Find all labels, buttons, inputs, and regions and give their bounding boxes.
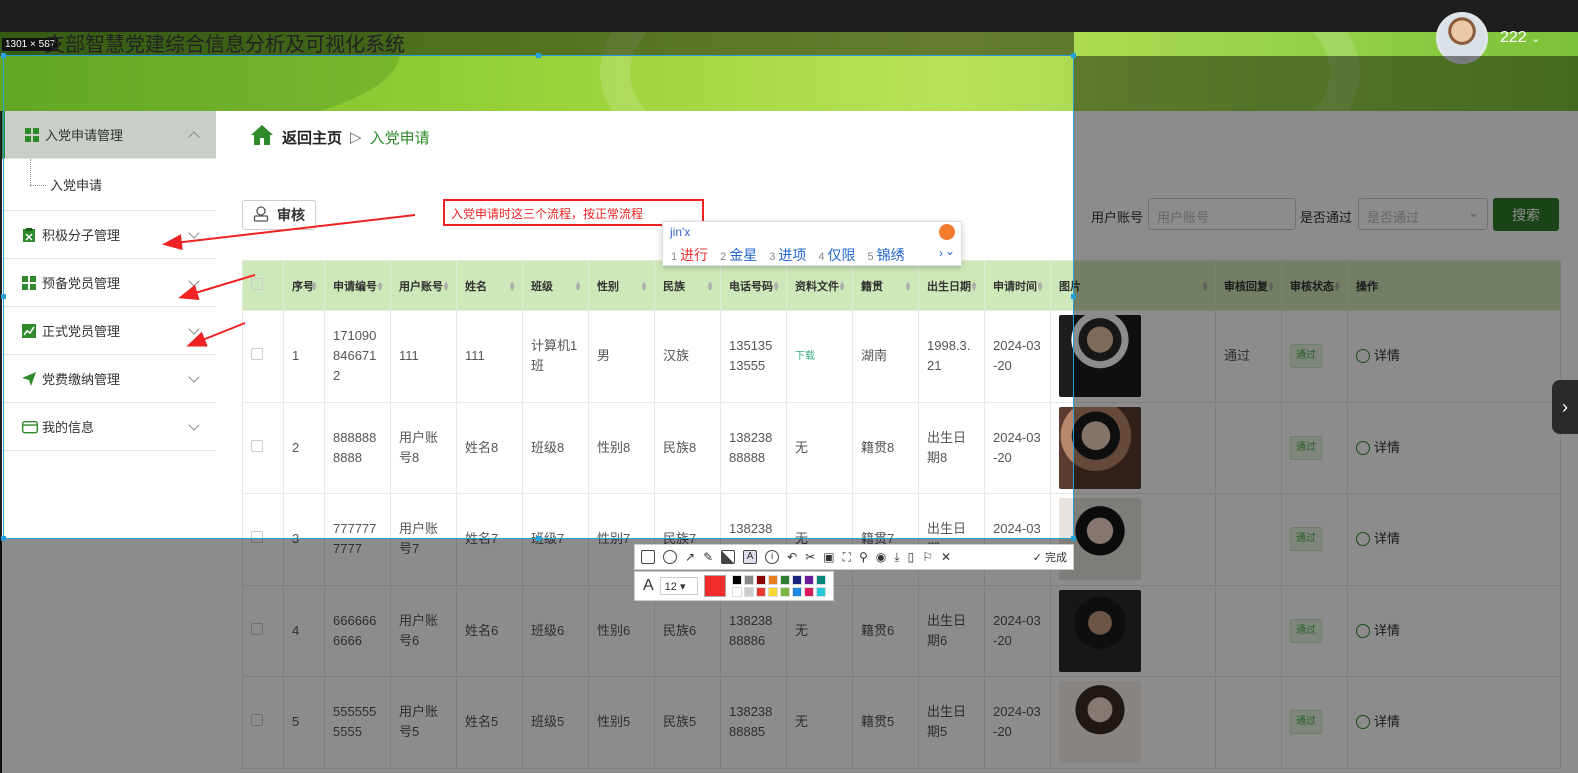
screenshot-selection[interactable] <box>3 55 1074 539</box>
ime-candidate-window: jin'x 1 进行 2 金星 3 进项 4 仅限 5 锦绣 › ⌄ <box>662 221 962 266</box>
pen-tool-icon[interactable]: ✎ <box>703 550 713 564</box>
screenshot-dim-right <box>1074 56 1578 539</box>
ocr-icon[interactable]: ▣ <box>823 550 834 564</box>
screenshot-toolbar: ↗ ✎ A i ↶ ✂ ▣ ⛶ ⚲ ◉ ⤓ ▯ ⚐ ✕ ✓ 完成 <box>634 544 1074 570</box>
undo-icon[interactable]: ↶ <box>787 550 797 564</box>
done-button-label: 完成 <box>1045 552 1067 564</box>
chevron-right-icon[interactable]: › <box>939 246 943 260</box>
color-swatch[interactable] <box>743 575 754 585</box>
color-swatch[interactable] <box>779 575 790 585</box>
ime-logo-icon <box>939 224 955 240</box>
font-size-select[interactable]: 12 ▾ <box>659 577 698 595</box>
arrow-tool-icon[interactable]: ↗ <box>685 550 695 564</box>
copy-icon[interactable]: ▯ <box>908 550 915 564</box>
ime-candidate-text: 进行 <box>680 247 709 263</box>
color-palette: A 12 ▾ <box>634 571 834 601</box>
ime-candidate-number: 3 <box>769 251 776 263</box>
text-tool-icon[interactable]: A <box>743 550 758 564</box>
side-expand-button[interactable]: › <box>1552 380 1578 434</box>
ime-candidate-text: 仅限 <box>827 247 856 263</box>
close-icon[interactable]: ✕ <box>941 550 951 564</box>
ime-candidate[interactable]: 5 锦绣 <box>868 245 905 265</box>
color-swatch[interactable] <box>731 587 742 597</box>
color-swatch[interactable] <box>767 575 778 585</box>
user-menu[interactable]: 222 ⌄ <box>1500 29 1540 47</box>
selection-handle[interactable] <box>1071 294 1076 299</box>
selection-handle[interactable] <box>1 536 6 541</box>
color-swatch[interactable] <box>779 587 790 597</box>
ime-candidate-text: 进项 <box>778 247 807 263</box>
selection-handle[interactable] <box>1071 536 1076 541</box>
color-swatch[interactable] <box>803 587 814 597</box>
selection-handle[interactable] <box>1 53 6 58</box>
color-swatch[interactable] <box>815 575 826 585</box>
scissors-icon[interactable]: ✂ <box>805 550 815 564</box>
download-icon[interactable]: ⤓ <box>894 550 899 565</box>
app-title: 支部智慧党建综合信息分析及可视化系统 <box>45 34 405 56</box>
color-swatch-grid <box>731 575 826 597</box>
selection-handle[interactable] <box>1 294 6 299</box>
color-swatch[interactable] <box>755 575 766 585</box>
number-tool-icon[interactable]: i <box>765 550 780 564</box>
ime-candidate[interactable]: 4 仅限 <box>818 245 855 265</box>
ime-pinyin: jin'x <box>670 225 691 239</box>
bookmark-icon[interactable]: ⚐ <box>922 550 933 564</box>
ellipse-tool-icon[interactable] <box>663 550 677 564</box>
color-swatch[interactable] <box>815 587 826 597</box>
color-swatch[interactable] <box>791 587 802 597</box>
ime-candidate[interactable]: 3 进项 <box>769 245 806 265</box>
user-name: 222 <box>1500 29 1527 46</box>
done-button[interactable]: ✓ 完成 <box>1033 549 1067 565</box>
ime-candidate-text: 锦绣 <box>876 247 905 263</box>
chevron-down-icon[interactable]: ⌄ <box>945 244 955 258</box>
ime-candidate[interactable]: 2 金星 <box>720 245 757 265</box>
font-size-value: 12 <box>664 581 677 593</box>
scan-icon[interactable]: ⛶ <box>843 550 851 565</box>
record-icon[interactable]: ◉ <box>876 550 886 564</box>
ime-candidate-text: 金星 <box>729 247 758 263</box>
mosaic-tool-icon[interactable] <box>721 550 736 564</box>
color-swatch[interactable] <box>803 575 814 585</box>
font-icon: A <box>643 577 654 594</box>
ime-candidate-number: 5 <box>867 251 874 263</box>
color-swatch[interactable] <box>767 587 778 597</box>
selection-handle[interactable] <box>1071 53 1076 58</box>
ime-candidate-number: 4 <box>818 251 825 263</box>
ime-candidate-number: 1 <box>671 251 678 263</box>
ime-candidate[interactable]: 1 进行 <box>671 245 708 265</box>
rectangle-tool-icon[interactable] <box>641 550 655 564</box>
selection-handle[interactable] <box>536 53 541 58</box>
selection-handle[interactable] <box>536 536 541 541</box>
color-swatch[interactable] <box>731 575 742 585</box>
current-color-swatch[interactable] <box>703 575 726 597</box>
ime-candidates: 1 进行 2 金星 3 进项 4 仅限 5 锦绣 <box>671 245 905 265</box>
chevron-down-icon: ⌄ <box>1531 33 1541 45</box>
color-swatch[interactable] <box>791 575 802 585</box>
ime-candidate-number: 2 <box>720 251 727 263</box>
color-swatch[interactable] <box>755 587 766 597</box>
color-swatch[interactable] <box>743 587 754 597</box>
pin-icon[interactable]: ⚲ <box>859 550 868 564</box>
